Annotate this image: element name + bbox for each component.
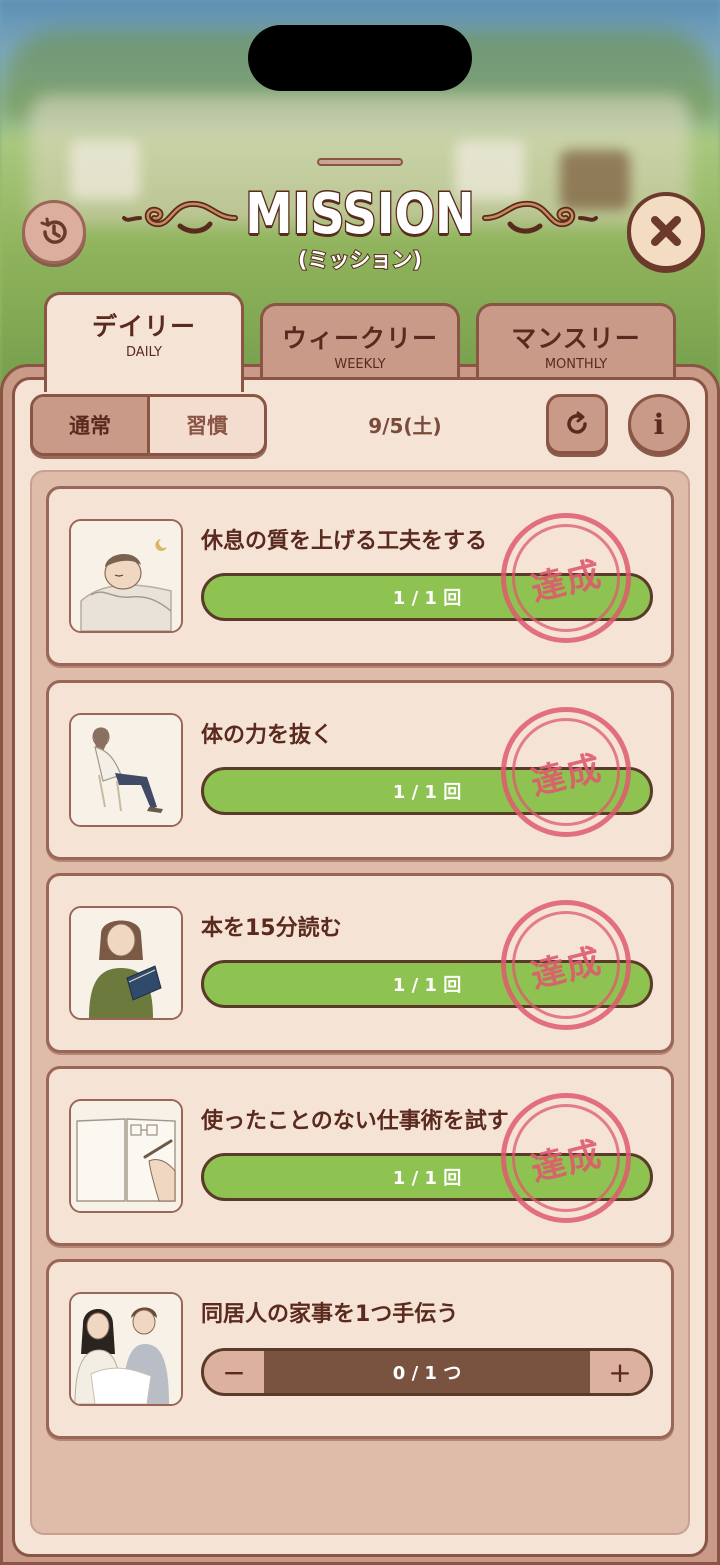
achieved-stamp: 達成 xyxy=(501,1093,631,1223)
mission-progress-text: 1 / 1 回 xyxy=(392,588,462,609)
current-date: 9/5(土) xyxy=(368,414,442,438)
achieved-stamp-label: 達成 xyxy=(527,553,607,610)
tab-monthly-sub: MONTHLY xyxy=(544,357,608,372)
mission-title: 使ったことのない仕事術を試す xyxy=(201,1109,509,1134)
couple-icon xyxy=(69,1292,183,1406)
page-title: MISSION xyxy=(244,181,476,249)
tab-daily-sub: DAILY xyxy=(126,345,162,360)
mission-card[interactable]: 本を15分読む 1 / 1 回 達成 xyxy=(46,873,674,1053)
mission-card[interactable]: 同居人の家事を1つ手伝う − 0 / 1 つ + xyxy=(46,1259,674,1439)
refresh-button[interactable] xyxy=(546,394,608,454)
tab-daily-label: デイリー xyxy=(91,312,196,341)
achieved-stamp: 達成 xyxy=(501,900,631,1030)
tab-weekly-sub: WEEKLY xyxy=(334,357,386,372)
achieved-stamp-label: 達成 xyxy=(527,747,607,804)
filter-normal-button[interactable]: 通常 xyxy=(33,397,150,453)
mission-progress-text: 1 / 1 回 xyxy=(392,1168,462,1189)
close-button[interactable] xyxy=(627,192,705,270)
mission-title: 同居人の家事を1つ手伝う xyxy=(201,1302,459,1327)
tab-weekly-label: ウィークリー xyxy=(281,324,438,353)
relaxing-person-icon xyxy=(69,713,183,827)
mission-title: 体の力を抜く xyxy=(201,723,334,748)
history-icon xyxy=(40,217,67,244)
sleeping-person-icon xyxy=(69,519,183,633)
mission-filter-toggle: 通常 習慣 xyxy=(30,394,267,456)
history-button[interactable] xyxy=(22,200,86,264)
sheet-grabber[interactable] xyxy=(317,158,403,166)
camera-notch xyxy=(248,25,472,91)
reading-person-icon xyxy=(69,906,183,1020)
mission-title: 休息の質を上げる工夫をする xyxy=(201,529,488,554)
filter-habit-button[interactable]: 習慣 xyxy=(150,397,264,453)
mission-title: 本を15分読む xyxy=(201,916,342,941)
mission-card[interactable]: 休息の質を上げる工夫をする 1 / 1 回 達成 xyxy=(46,486,674,666)
info-icon: i xyxy=(653,407,665,441)
mission-progress-text: 1 / 1 回 xyxy=(392,975,462,996)
mission-progress-text: 1 / 1 回 xyxy=(392,782,462,803)
achieved-stamp: 達成 xyxy=(501,707,631,837)
achieved-stamp: 達成 xyxy=(501,513,631,643)
increment-button[interactable]: + xyxy=(590,1351,650,1393)
tab-daily[interactable]: デイリー DAILY xyxy=(44,292,244,392)
tab-weekly[interactable]: ウィークリー WEEKLY xyxy=(260,303,460,383)
mission-progress-stepper: − 0 / 1 つ + xyxy=(201,1348,653,1396)
tab-monthly[interactable]: マンスリー MONTHLY xyxy=(476,303,676,383)
refresh-icon xyxy=(567,411,587,434)
mission-progress-text: 0 / 1 つ xyxy=(264,1351,590,1393)
achieved-stamp-label: 達成 xyxy=(527,1133,607,1190)
close-icon xyxy=(651,216,681,246)
achieved-stamp-label: 達成 xyxy=(527,940,607,997)
mission-card[interactable]: 体の力を抜く 1 / 1 回 達成 xyxy=(46,680,674,860)
tab-monthly-label: マンスリー xyxy=(511,324,641,353)
page-title-block: MISSION (ミッション) xyxy=(110,180,610,280)
decrement-button[interactable]: − xyxy=(204,1351,264,1393)
info-button[interactable]: i xyxy=(628,394,690,454)
notebook-icon xyxy=(69,1099,183,1213)
mission-card[interactable]: 使ったことのない仕事術を試す 1 / 1 回 達成 xyxy=(46,1066,674,1246)
